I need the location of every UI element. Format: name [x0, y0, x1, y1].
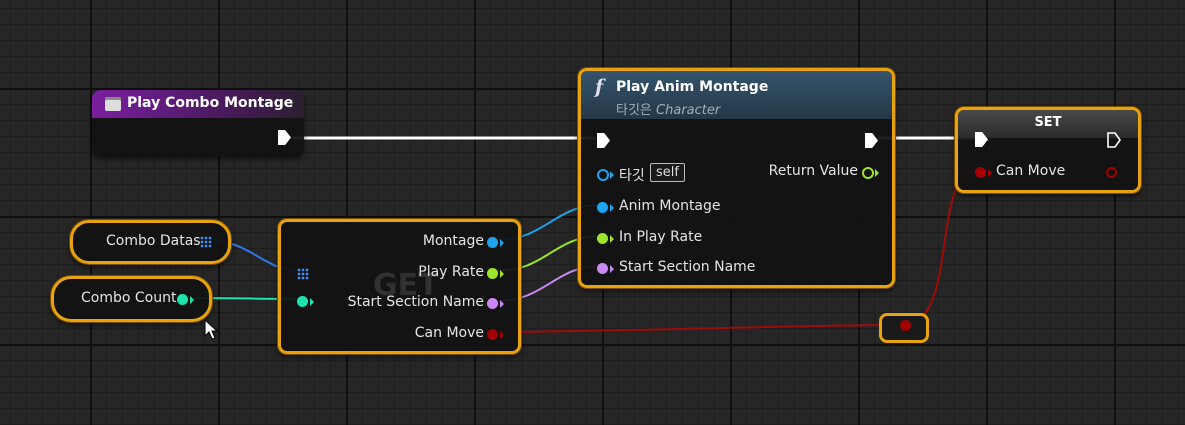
combo-count-out-pin[interactable]: [177, 294, 188, 305]
reroute-knot-pin[interactable]: [900, 320, 911, 331]
get-montage-pin[interactable]: [487, 237, 498, 248]
get-int-input-pin[interactable]: [297, 296, 308, 307]
anim-montage-label: Anim Montage: [619, 198, 721, 214]
get-can-move-arrow: [500, 331, 504, 339]
target-pin-label: 타깃: [619, 168, 645, 184]
anim-montage-pin[interactable]: [597, 202, 608, 213]
get-start-section-name-label: Start Section Name: [347, 294, 484, 310]
anim-montage-pin-arrow: [610, 204, 614, 212]
bool-wire-can-move-a[interactable]: [496, 324, 904, 333]
custom-event-node[interactable]: Play Combo Montage: [92, 90, 304, 156]
get-montage-label: Montage: [422, 233, 484, 249]
set-can-move-in-arrow: [988, 169, 992, 177]
set-exec-out-pin[interactable]: [1107, 132, 1121, 148]
set-can-move-node[interactable]: SET Can Move: [955, 107, 1141, 193]
start-section-name-label: Start Section Name: [619, 259, 756, 275]
start-section-name-pin-arrow: [610, 265, 614, 273]
return-value-label: Return Value: [768, 163, 858, 179]
montage-exec-in-pin[interactable]: [597, 133, 610, 148]
combo-count-out-arrow: [190, 296, 194, 304]
set-node-title: SET: [1034, 115, 1062, 130]
subtitle-prefix: 타깃은: [616, 103, 652, 118]
get-montage-arrow: [500, 239, 504, 247]
get-play-rate-arrow: [500, 270, 504, 278]
function-icon: f: [595, 76, 604, 98]
montage-exec-out-pin[interactable]: [865, 133, 878, 148]
function-node-subtitle: 타깃은 Character: [616, 99, 720, 118]
combo-datas-label: Combo Datas: [106, 233, 201, 249]
bool-wire-can-move-b[interactable]: [902, 169, 979, 326]
get-play-rate-pin[interactable]: [487, 268, 498, 279]
exec-outline-icon: [1107, 132, 1121, 148]
get-start-section-name-arrow: [500, 300, 504, 308]
function-node-title: Play Anim Montage: [616, 79, 769, 95]
return-value-pin-arrow: [875, 169, 879, 177]
event-node-title: Play Combo Montage: [127, 95, 294, 111]
combo-count-label: Combo Count: [81, 290, 177, 306]
set-can-move-in-pin[interactable]: [975, 167, 986, 178]
event-icon: [105, 97, 121, 111]
event-exec-out-pin[interactable]: [278, 130, 291, 145]
combo-count-variable-node[interactable]: Combo Count: [51, 276, 212, 322]
get-break-node[interactable]: GET Montage Play Rate Start Section Name…: [278, 219, 521, 354]
in-play-rate-pin[interactable]: [597, 233, 608, 244]
get-int-input-arrow: [310, 298, 314, 306]
return-value-pin[interactable]: [862, 167, 874, 179]
target-self-field[interactable]: self: [650, 163, 685, 182]
set-can-move-out-pin[interactable]: [1106, 167, 1117, 178]
start-section-name-pin[interactable]: [597, 263, 608, 274]
target-pin[interactable]: [597, 169, 609, 181]
get-struct-input-pin[interactable]: [297, 268, 309, 280]
combo-datas-out-pin[interactable]: [200, 236, 212, 248]
play-anim-montage-node[interactable]: f Play Anim Montage 타깃은 Character 타깃 sel…: [578, 68, 895, 288]
target-pin-arrow: [610, 171, 614, 179]
combo-datas-variable-node[interactable]: Combo Datas: [70, 220, 231, 264]
subtitle-class: Character: [656, 103, 721, 118]
get-play-rate-label: Play Rate: [418, 264, 484, 280]
get-start-section-name-pin[interactable]: [487, 298, 498, 309]
reroute-knot[interactable]: [879, 313, 929, 343]
get-can-move-label: Can Move: [414, 325, 484, 341]
get-can-move-pin[interactable]: [487, 329, 498, 340]
set-can-move-label: Can Move: [996, 163, 1066, 179]
in-play-rate-label: In Play Rate: [619, 229, 703, 245]
in-play-rate-pin-arrow: [610, 235, 614, 243]
mouse-cursor-icon: [204, 319, 218, 340]
